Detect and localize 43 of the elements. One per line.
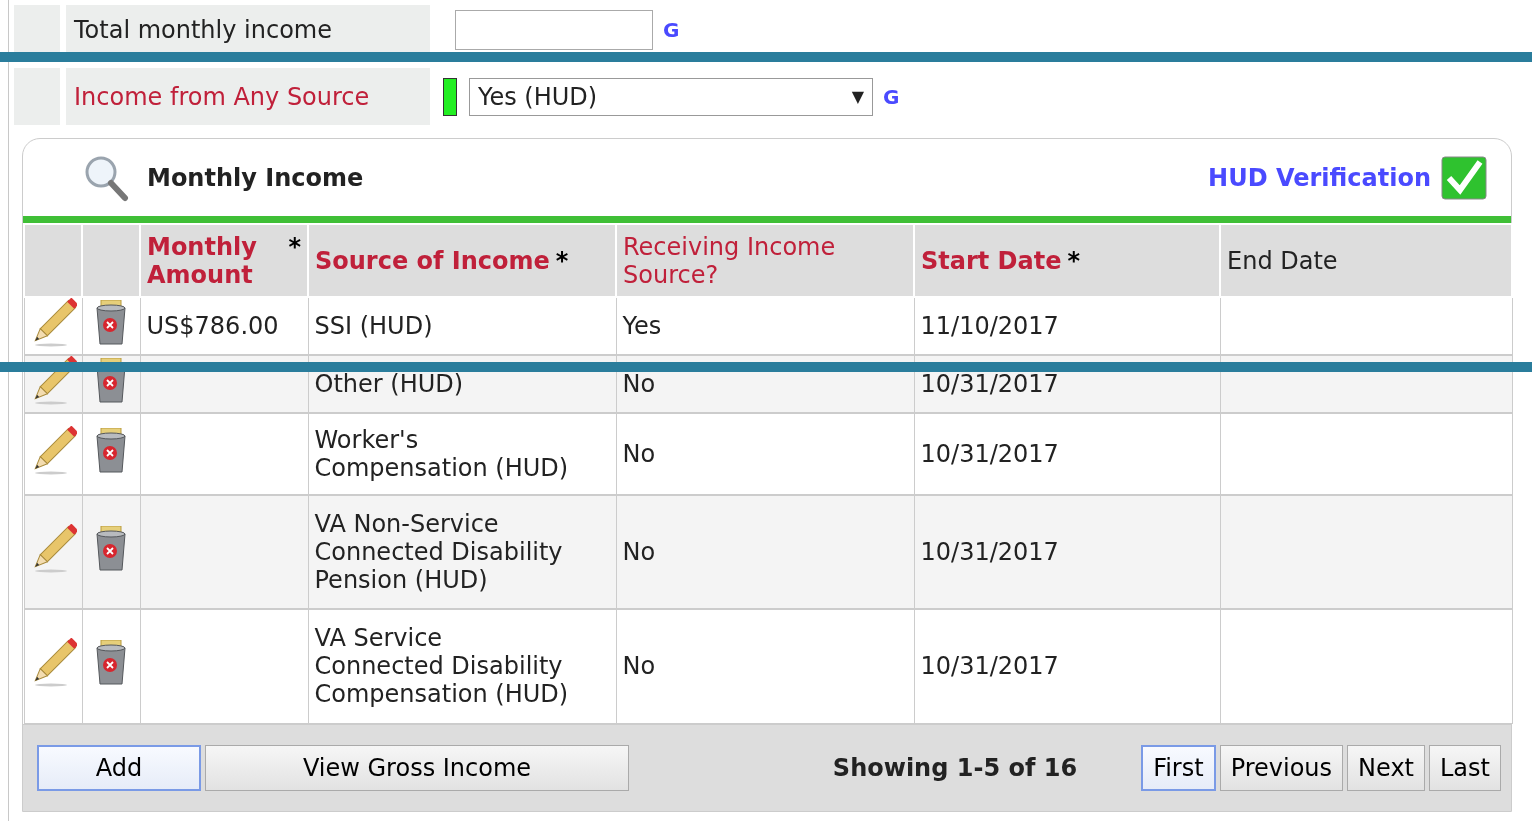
table-cell: 10/31/2017	[920, 538, 1059, 566]
table-cell: No	[622, 440, 656, 468]
g-link[interactable]: G	[883, 84, 900, 109]
table-cell: VA Non-Service Connected Disability Pension (HUD)	[314, 510, 563, 594]
g-link[interactable]: G	[663, 18, 680, 42]
field-label: Total monthly income	[74, 16, 332, 44]
table-cell: SSI (HUD)	[314, 312, 433, 340]
table-cell: Yes	[622, 312, 662, 340]
pager-button[interactable]: Last	[1429, 744, 1501, 791]
column-header[interactable]: End Date	[1227, 246, 1338, 275]
trash-icon[interactable]	[94, 428, 128, 474]
field-label: Income from Any Source	[74, 82, 370, 111]
trash-icon[interactable]	[94, 526, 128, 572]
column-header[interactable]: Source of Income	[315, 246, 550, 275]
required-mark: *	[555, 246, 569, 275]
table-cell: 10/31/2017	[920, 440, 1059, 468]
gutter-cell	[14, 5, 60, 55]
column-header[interactable]: Start Date	[921, 246, 1062, 275]
table-cell: Worker's Compensation (HUD)	[314, 426, 569, 482]
table-cell: 10/31/2017	[920, 370, 1059, 398]
panel-title: Monthly Income	[147, 163, 365, 192]
table-cell: Other (HUD)	[314, 370, 464, 398]
table-cell: 10/31/2017	[920, 652, 1059, 681]
table-cell: No	[622, 370, 656, 398]
table-cell: 11/10/2017	[920, 312, 1059, 340]
income-input-field[interactable]	[455, 10, 653, 50]
paging-text: Showing 1-5 of 16	[832, 753, 1078, 782]
pager-button[interactable]: Next	[1347, 744, 1425, 791]
table-cell: No	[622, 652, 656, 681]
source-dropdown[interactable]: Yes (HUD) ▼	[469, 77, 873, 116]
column-header[interactable]: Monthly Amount	[147, 232, 283, 289]
verification-label: HUD Verification	[1208, 163, 1431, 192]
pager-button[interactable]: Previous	[1219, 744, 1344, 791]
table-cell: No	[622, 538, 656, 566]
required-mark: *	[1067, 246, 1081, 275]
table-cell: US$786.00	[146, 312, 279, 340]
table-cell: VA Service Connected Disability Compensation (HUD)	[314, 624, 569, 709]
pager-button[interactable]: First	[1141, 744, 1216, 791]
view-gross-income-button[interactable]: View Gross Income	[205, 744, 629, 791]
trash-icon[interactable]	[94, 300, 128, 346]
required-mark: *	[288, 232, 301, 261]
add-button[interactable]: Add	[37, 744, 201, 791]
trash-icon[interactable]	[94, 640, 128, 687]
